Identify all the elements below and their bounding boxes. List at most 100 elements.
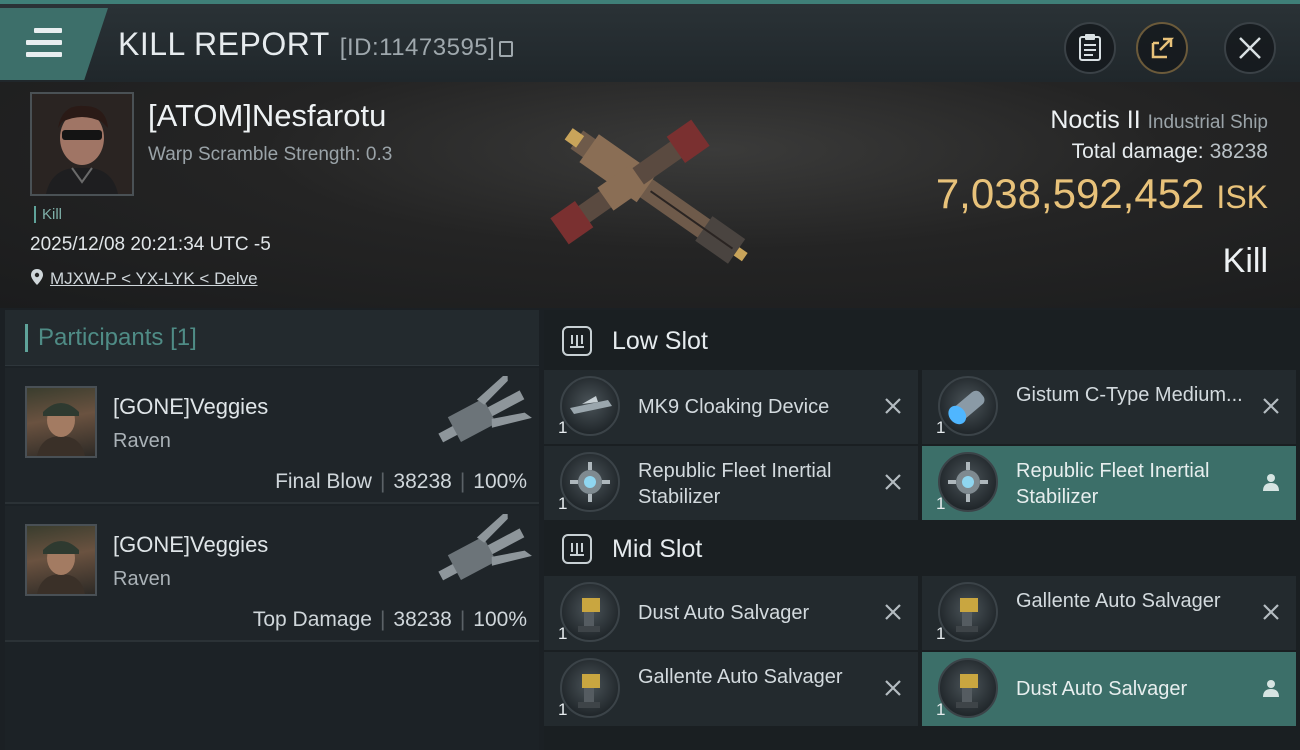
module-qty: 1 [558,494,568,513]
module-qty: 1 [558,418,568,437]
ship-class: Industrial Ship [1147,112,1268,133]
kill-summary: [ATOM]Nesfarotu Warp Scramble Strength: … [0,82,1300,308]
warp-scramble-strength: Warp Scramble Strength: 0.3 [148,144,393,165]
total-damage-label: Total damage: [1071,140,1204,163]
victim-ship[interactable]: Noctis II Industrial Ship [1050,106,1268,135]
header-accent [25,323,28,352]
participant-name: [GONE]Veggies [113,532,269,557]
module-item[interactable]: 1 Republic Fleet Inertial Stabilizer [922,446,1296,520]
module-name: Dust Auto Salvager [638,602,810,624]
module-item[interactable]: 1 Dust Auto Salvager [544,576,918,650]
kill-datetime: 2025/12/08 20:21:34 UTC -5 [30,234,271,255]
destroyed-x-icon [885,398,901,414]
salvager-icon [938,582,998,642]
module-qty: 1 [936,700,946,719]
low-slot-header: Low Slot [544,312,1300,370]
participant-damage: 38238 [393,470,452,493]
victim-ship-image [550,119,748,264]
destroyed-x-icon [1263,604,1279,620]
participant-role: Top Damage [252,608,372,631]
salvager-icon [938,658,998,718]
salvager-icon [560,582,620,642]
participants-count: [1] [170,323,197,351]
top-bar: KILL REPORT [ID:11473595] [0,0,1300,82]
participant-stats: Top Damage | 38238 | 100% [252,608,527,631]
module-name: Republic Fleet Inertial Stabilizer [1016,460,1210,508]
participant-avatar [25,386,97,458]
kill-location[interactable]: MJXW-P < YX-LYK < Delve [30,268,258,289]
shield-extender-icon [938,376,998,436]
destroyed-x-icon [885,474,901,490]
participant-ship-image [438,514,532,581]
participant-row[interactable]: [GONE]Veggies Raven Final Blow | 38238 | 100… [5,368,539,504]
clipboard-button[interactable] [1064,22,1116,74]
low-slot-icon [562,326,592,356]
module-name: MK9 Cloaking Device [638,396,830,418]
mid-slot-header: Mid Slot [544,520,1300,578]
module-name: Gallente Auto Salvager [1016,590,1221,612]
module-item[interactable]: 1 Gallente Auto Salvager [544,652,918,726]
module-item[interactable]: 1 Republic Fleet Inertial Stabilizer [544,446,918,520]
dropped-person-icon [1263,474,1279,491]
module-name: Dust Auto Salvager [1016,678,1188,700]
module-name: Gistum C-Type Medium... [1016,384,1243,406]
module-item[interactable]: 1 MK9 Cloaking Device [544,370,918,444]
participant-ship: Raven [113,430,171,452]
victim-avatar[interactable] [30,92,134,196]
module-item[interactable]: 1 Gistum C-Type Medium... [922,370,1296,444]
participant-row[interactable]: [GONE]Veggies Raven Top Damage | 38238 | 100… [5,506,539,642]
mid-slot-icon [562,534,592,564]
cloak-icon [560,376,620,436]
share-button[interactable] [1136,22,1188,74]
location-pin-icon [31,269,43,285]
module-item[interactable]: 1 Dust Auto Salvager [922,652,1296,726]
page-title: KILL REPORT [ID:11473595] [118,26,514,63]
module-qty: 1 [936,624,946,643]
inertial-stabilizer-icon [938,452,998,512]
module-name: Republic Fleet Inertial Stabilizer [638,460,832,508]
module-name: Gallente Auto Salvager [638,666,843,688]
participant-name: [GONE]Veggies [113,394,269,419]
isk-value: 7,038,592,452 ISK [936,170,1268,218]
participants-header: Participants [1] [5,310,539,366]
total-damage: Total damage: 38238 [1072,140,1268,164]
result-label: Kill [1222,242,1268,280]
close-icon [1239,37,1261,59]
kill-tag: Kill [34,206,62,223]
module-qty: 1 [558,700,568,719]
destroyed-x-icon [885,604,901,620]
location-link[interactable]: MJXW-P < YX-LYK < Delve [50,269,258,288]
isk-unit: ISK [1216,179,1268,215]
victim-portrait [32,94,132,194]
close-button[interactable] [1224,22,1276,74]
participant-avatar [25,524,97,596]
low-slot-title: Low Slot [612,326,708,355]
isk-amount: 7,038,592,452 [935,170,1205,217]
participant-ship-image [438,376,532,443]
destroyed-x-icon [1263,398,1279,414]
victim-name[interactable]: [ATOM]Nesfarotu [148,98,386,134]
module-qty: 1 [936,418,946,437]
participant-percent: 100% [473,608,527,631]
module-qty: 1 [936,494,946,513]
fitting-panel: Low Slot 1 MK9 Cloaking Device 1 Gistum … [544,310,1300,750]
inertial-stabilizer-icon [560,452,620,512]
ship-name: Noctis II [1050,106,1141,134]
report-id: [ID:11473595] [339,34,496,61]
participant-ship: Raven [113,568,171,590]
module-item[interactable]: 1 Gallente Auto Salvager [922,576,1296,650]
copy-id-icon[interactable] [499,41,514,57]
participants-panel: Participants [1] [GONE]Veggies Raven Fin… [5,310,539,750]
share-icon [1151,37,1175,59]
menu-icon [26,28,62,64]
mid-slot-title: Mid Slot [612,534,703,563]
title-text: KILL REPORT [118,26,330,62]
participant-stats: Final Blow | 38238 | 100% [275,470,527,493]
salvager-icon [560,658,620,718]
dropped-person-icon [1263,680,1279,697]
participant-percent: 100% [473,470,527,493]
participants-title: Participants [1] [38,323,197,351]
destroyed-x-icon [885,680,901,696]
menu-button[interactable] [0,8,108,80]
participant-damage: 38238 [393,608,452,631]
